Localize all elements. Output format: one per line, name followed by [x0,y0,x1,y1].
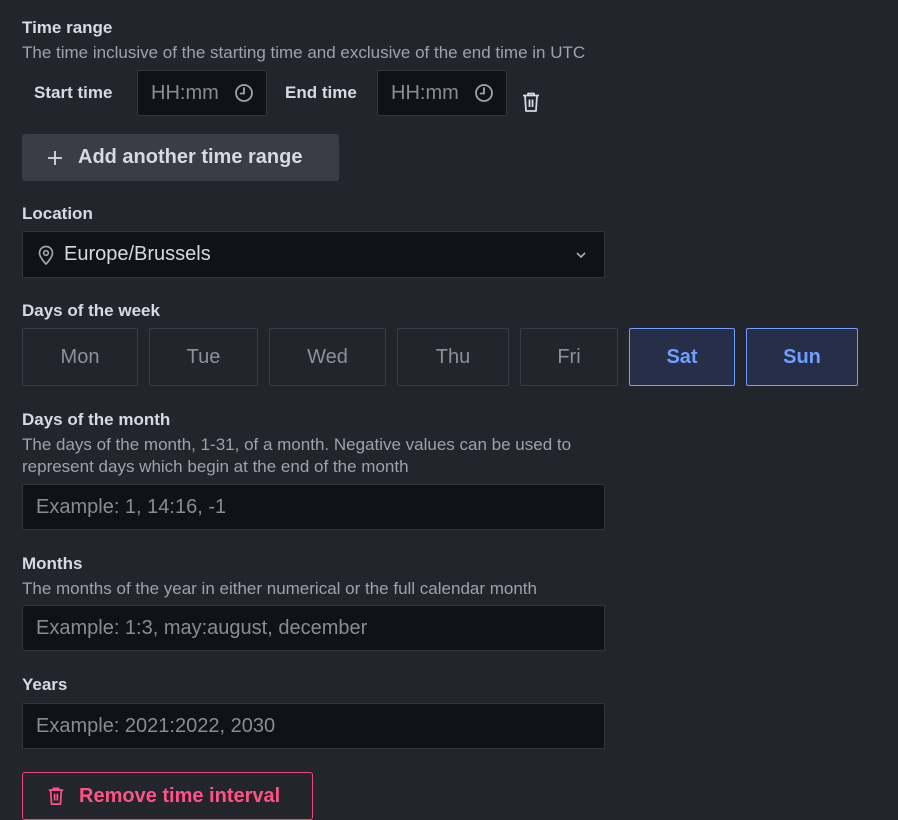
add-time-range-button[interactable]: Add another time range [22,134,339,181]
location-select[interactable]: Europe/Brussels [22,231,605,278]
years-placeholder: Example: 2021:2022, 2030 [36,714,276,737]
location-pin-icon [37,245,55,265]
trash-icon [521,91,541,113]
time-range-label: Time range [22,18,113,37]
time-range-description: The time inclusive of the starting time … [22,43,586,62]
years-input[interactable]: Example: 2021:2022, 2030 [22,703,605,749]
clock-icon [234,83,254,103]
end-time-label: End time [285,83,357,102]
days-of-month-description-line1: The days of the month, 1-31, of a month.… [22,435,572,454]
day-toggle-thu[interactable]: Thu [397,328,509,386]
months-input[interactable]: Example: 1:3, may:august, december [22,605,605,651]
day-toggle-sat[interactable]: Sat [629,328,735,386]
end-time-input[interactable]: HH:mm [377,70,507,116]
day-label: Thu [435,345,471,368]
months-label: Months [22,554,83,573]
day-label: Wed [307,345,348,368]
start-time-placeholder: HH:mm [151,81,219,104]
day-label: Sun [783,345,821,368]
days-of-month-description-line2: represent days which begin at the end of… [22,457,409,476]
day-toggle-sun[interactable]: Sun [746,328,858,386]
start-time-input[interactable]: HH:mm [137,70,267,116]
days-of-month-input[interactable]: Example: 1, 14:16, -1 [22,484,605,530]
day-label: Tue [186,345,221,368]
days-of-month-placeholder: Example: 1, 14:16, -1 [36,495,227,518]
location-label: Location [22,204,93,223]
remove-time-interval-button[interactable]: Remove time interval [22,772,313,820]
delete-time-range-button[interactable] [521,91,541,113]
day-label: Mon [60,345,100,368]
day-toggle-tue[interactable]: Tue [149,328,258,386]
years-label: Years [22,675,68,694]
day-label: Fri [557,345,581,368]
day-toggle-mon[interactable]: Mon [22,328,138,386]
start-time-label: Start time [34,83,113,102]
days-of-week-label: Days of the week [22,301,160,320]
chevron-down-icon [575,251,587,259]
plus-icon [46,149,64,167]
day-label: Sat [666,345,698,368]
months-placeholder: Example: 1:3, may:august, december [36,616,368,639]
add-time-range-label: Add another time range [78,146,303,168]
day-toggle-fri[interactable]: Fri [520,328,618,386]
day-toggle-wed[interactable]: Wed [269,328,386,386]
end-time-placeholder: HH:mm [391,81,459,104]
trash-icon [47,786,65,806]
months-description: The months of the year in either numeric… [22,579,537,598]
remove-time-interval-label: Remove time interval [79,784,281,807]
days-of-month-label: Days of the month [22,410,171,429]
clock-icon [474,83,494,103]
location-value: Europe/Brussels [64,243,211,265]
